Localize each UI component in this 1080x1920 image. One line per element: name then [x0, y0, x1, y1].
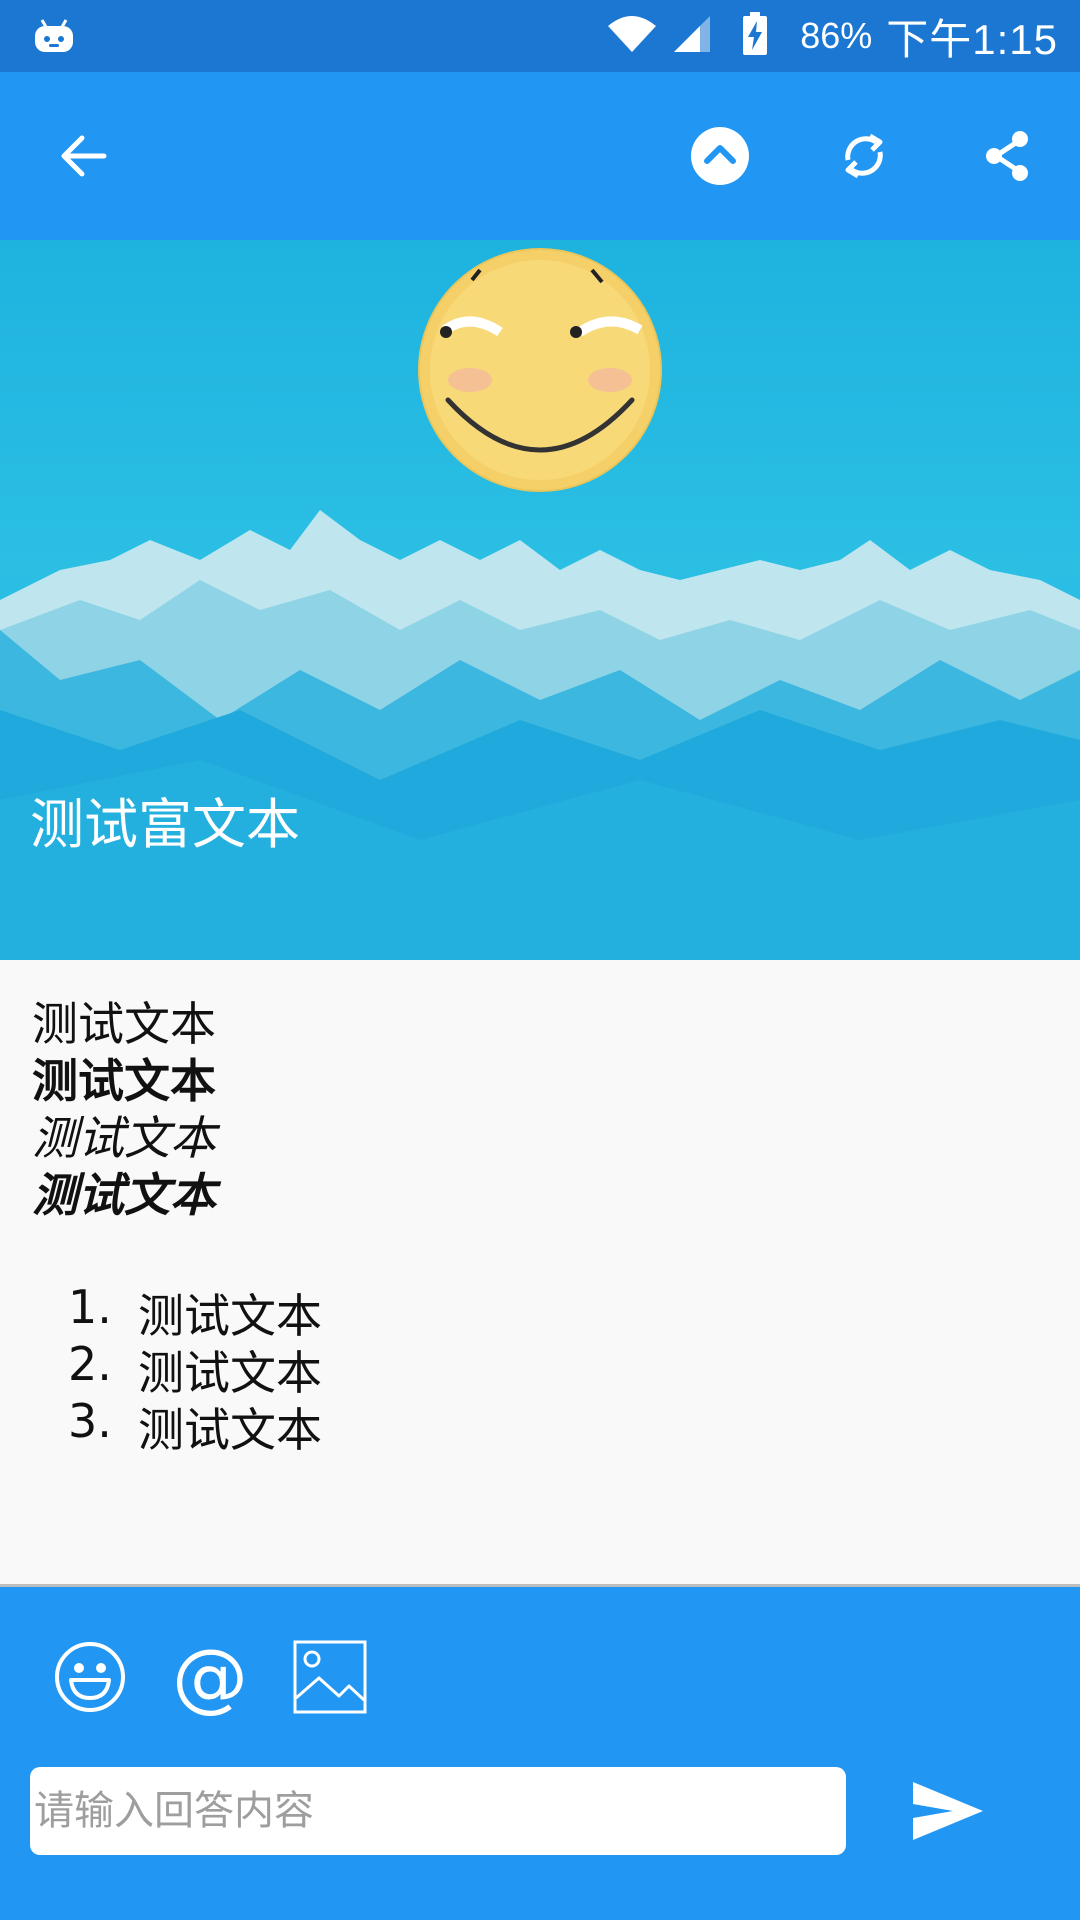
list-item-text: 测试文本 — [138, 1403, 322, 1457]
back-button[interactable] — [40, 112, 128, 200]
emoji-button[interactable] — [50, 1637, 130, 1717]
emoji-icon — [55, 1642, 125, 1712]
clock-time: 下午1:15 — [886, 15, 1058, 63]
send-icon — [913, 1782, 983, 1840]
scroll-top-button[interactable] — [676, 112, 764, 200]
page-title: 测试富文本 — [30, 793, 300, 856]
smiley-face-icon — [418, 248, 662, 492]
send-button[interactable] — [900, 1763, 996, 1859]
list-item-number: 3. — [68, 1394, 112, 1448]
text-bold-italic: 测试文本 — [32, 1168, 216, 1222]
text-bold: 测试文本 — [32, 1054, 216, 1108]
app-toolbar — [0, 72, 1080, 240]
text-italic: 测试文本 — [32, 1111, 216, 1165]
header-banner: 测试富文本 — [0, 240, 1080, 960]
rich-text-content: 测试文本 测试文本 测试文本 测试文本 1. 测试文本 2. 测试文本 3. 测… — [0, 960, 1080, 1584]
list-item: 1. 测试文本 — [0, 1280, 700, 1343]
battery-percent: 86% — [800, 15, 873, 56]
answer-input[interactable] — [30, 1767, 846, 1855]
signal-icon — [672, 14, 712, 58]
image-icon — [293, 1640, 367, 1714]
wifi-icon — [606, 14, 658, 58]
refresh-icon — [845, 133, 883, 179]
share-button[interactable] — [964, 112, 1052, 200]
status-bar: 86% 下午1:15 — [0, 0, 1080, 72]
answer-composer: @ — [0, 1587, 1080, 1920]
chevron-up-circle-icon — [691, 127, 749, 185]
mention-button[interactable]: @ — [170, 1637, 250, 1717]
text-normal: 测试文本 — [32, 997, 216, 1051]
refresh-button[interactable] — [820, 112, 908, 200]
battery-charging-icon — [742, 12, 768, 60]
share-icon — [986, 131, 1028, 181]
arrow-back-icon — [61, 135, 107, 177]
list-item-number: 1. — [68, 1280, 112, 1334]
insert-image-button[interactable] — [290, 1637, 370, 1717]
robot-notification-icon — [32, 18, 76, 58]
list-item: 2. 测试文本 — [0, 1337, 700, 1400]
list-item: 3. 测试文本 — [0, 1394, 700, 1457]
at-icon: @ — [172, 1632, 248, 1721]
list-item-number: 2. — [68, 1337, 112, 1391]
